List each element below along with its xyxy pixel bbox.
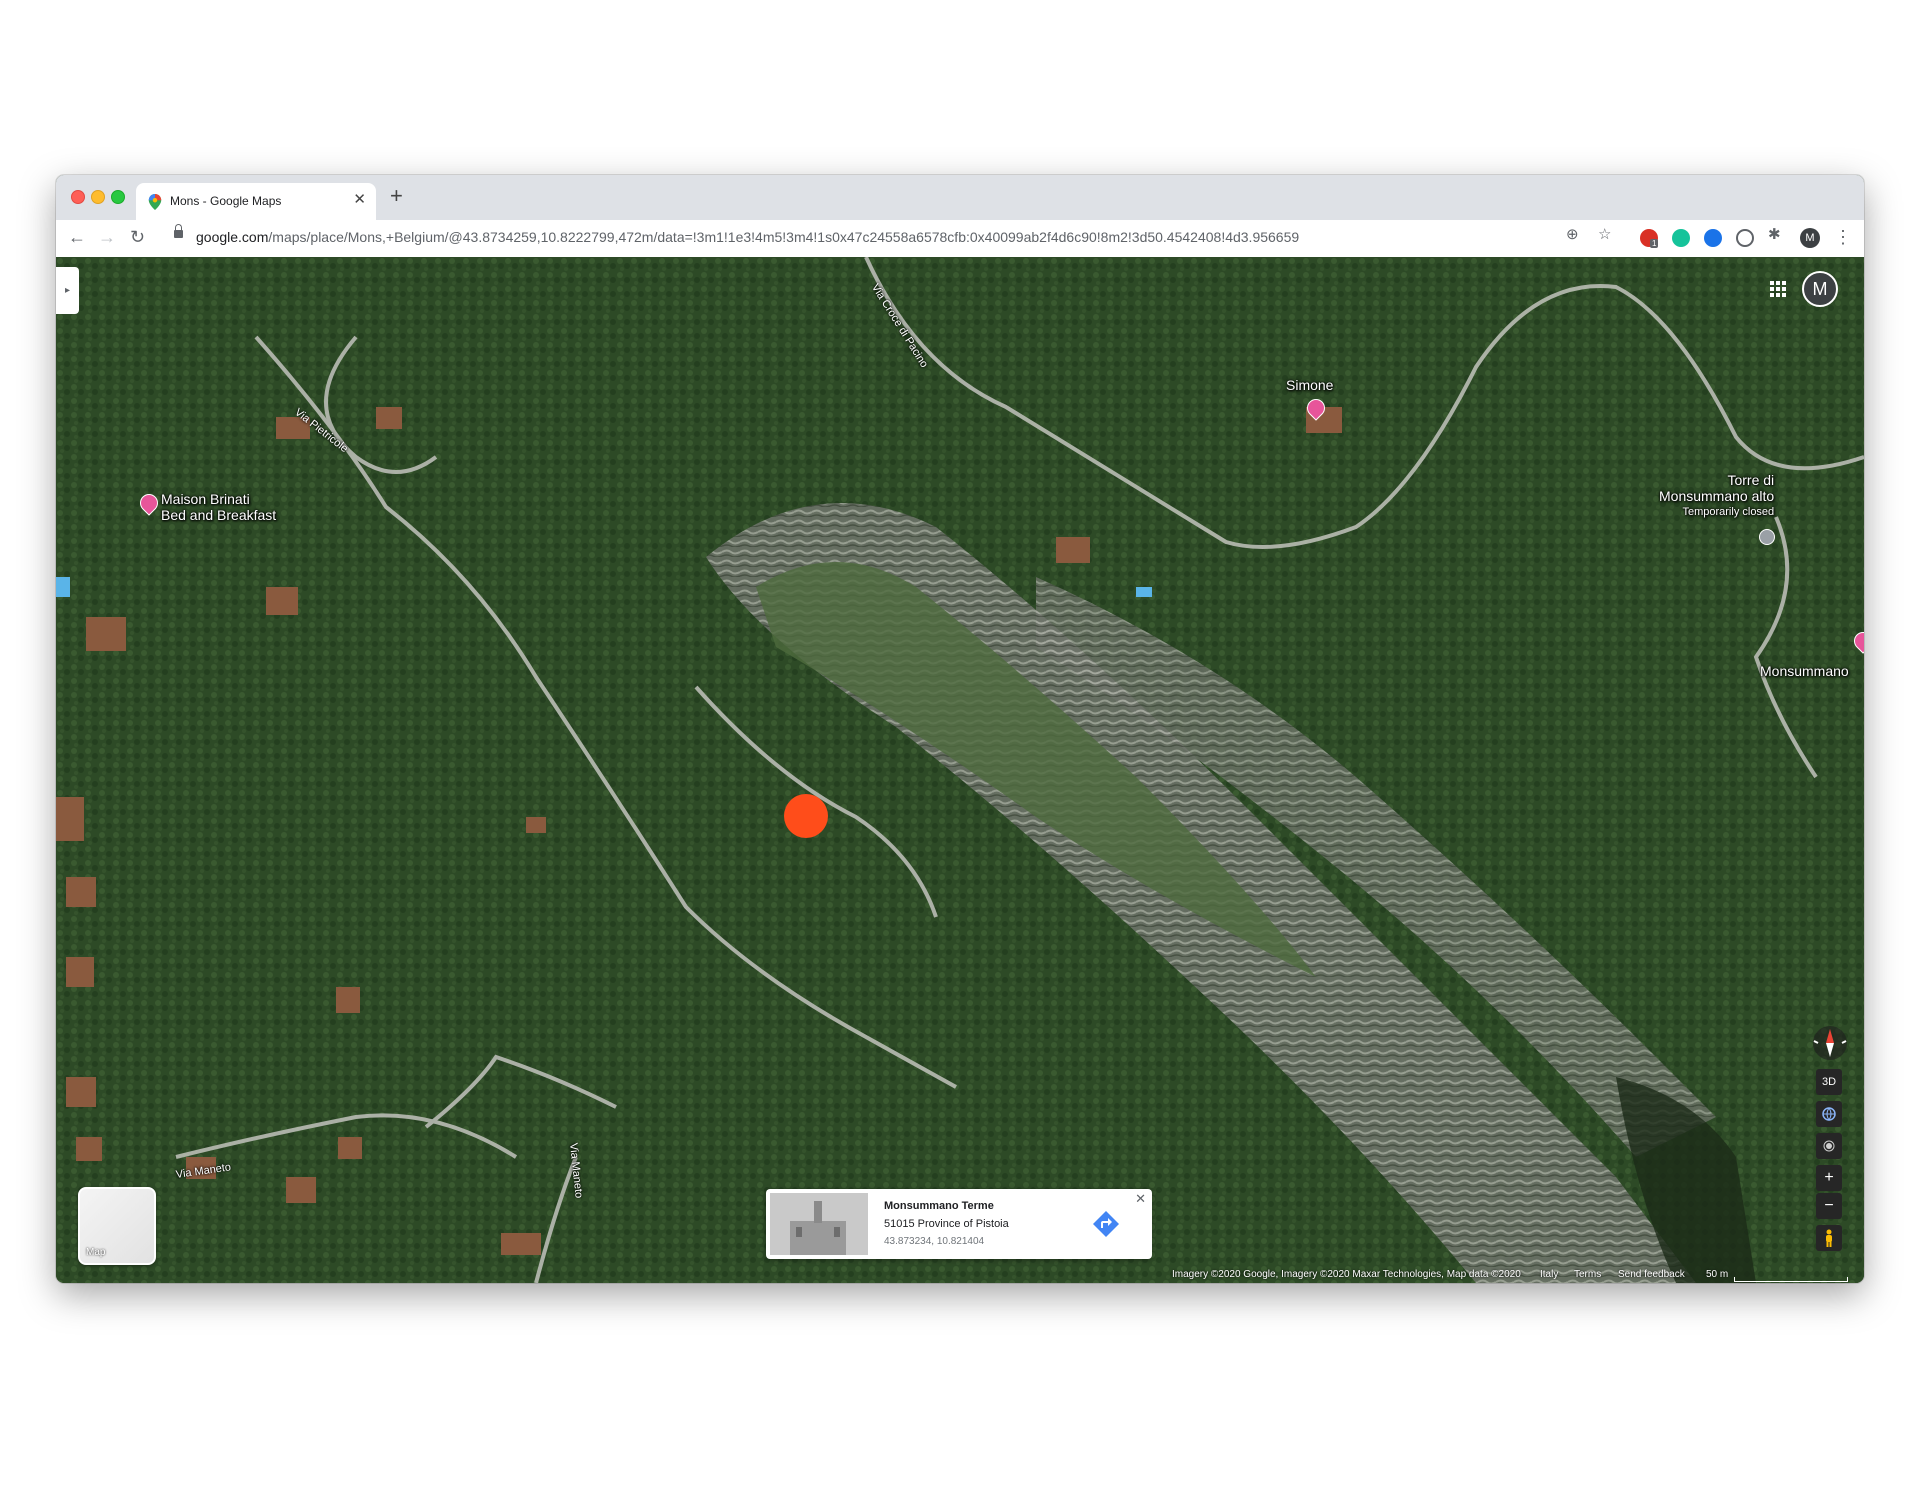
tab-close-icon[interactable]: ✕ (353, 190, 366, 208)
browser-profile-avatar[interactable]: M (1800, 228, 1820, 248)
poi-label-torre[interactable]: Torre di Monsummano alto Temporarily clo… (1659, 472, 1774, 520)
poi-label-line: Monsummano alto (1659, 488, 1775, 504)
google-apps-icon[interactable] (1770, 281, 1786, 297)
imagery-attribution: Imagery ©2020 Google, Imagery ©2020 Maxa… (1172, 1269, 1521, 1280)
extension-pinterest-icon[interactable] (1736, 229, 1754, 247)
layer-toggle-label: Map (86, 1247, 106, 1258)
extension-grammarly-icon[interactable] (1672, 229, 1690, 247)
tab-google-maps[interactable]: Mons - Google Maps ✕ (136, 183, 376, 220)
poi-label-line: Torre di (1727, 472, 1775, 488)
tab-title: Mons - Google Maps (170, 194, 282, 208)
pegman-glyph (1826, 1229, 1832, 1247)
poi-label-line: Maison Brinati (161, 491, 250, 507)
scale-bar[interactable] (1734, 1277, 1848, 1282)
minimize-window-button[interactable] (91, 190, 105, 204)
back-button[interactable]: ← (68, 227, 86, 248)
send-feedback-link[interactable]: Send feedback (1618, 1269, 1685, 1280)
google-maps-pin-icon (148, 194, 162, 210)
url-host: google.com (196, 229, 269, 245)
building-photo-icon (770, 1193, 868, 1255)
tab-strip: Mons - Google Maps ✕ + (56, 175, 1864, 220)
reload-button[interactable]: ↻ (130, 227, 145, 248)
browser-menu-icon[interactable]: ⋮ (1834, 227, 1852, 248)
url-text[interactable]: google.com/maps/place/Mons,+Belgium/@43.… (196, 229, 1299, 245)
collapse-side-panel-button[interactable]: ▸ (56, 267, 79, 314)
place-label-monsummano[interactable]: Monsummano (1760, 663, 1849, 679)
terms-link[interactable]: Terms (1574, 1269, 1601, 1280)
location-marker[interactable] (784, 794, 828, 838)
satellite-map[interactable]: ▸ M Maison Brinati Bed and Breakfast Sim… (56, 257, 1864, 1283)
poi-label-line: Bed and Breakfast (161, 507, 277, 523)
scale-label[interactable]: 50 m (1706, 1269, 1728, 1280)
place-photo[interactable] (770, 1193, 868, 1255)
browser-window: Mons - Google Maps ✕ + ← → ↻ google.com/… (56, 175, 1864, 1283)
location-glyph (1823, 1140, 1835, 1152)
tilt-3d-button[interactable]: 3D (1816, 1069, 1842, 1095)
zoom-icon[interactable]: ⊕ (1566, 225, 1579, 243)
poi-status: Temporarily closed (1682, 506, 1775, 518)
place-coordinates: 43.873234, 10.821404 (884, 1236, 985, 1247)
account-avatar[interactable]: M (1802, 271, 1838, 307)
place-name: Monsummano Terme (884, 1200, 994, 1212)
forward-button[interactable]: → (98, 227, 116, 248)
compass-icon[interactable] (1812, 1025, 1848, 1061)
extensions-puzzle-icon[interactable]: ✱ (1768, 225, 1781, 243)
close-card-icon[interactable]: ✕ (1135, 1191, 1146, 1207)
directions-icon[interactable] (1092, 1210, 1120, 1238)
globe-glyph (1822, 1107, 1836, 1121)
street-view-pegman-icon[interactable] (1816, 1225, 1842, 1251)
browser-toolbar: ← → ↻ google.com/maps/place/Mons,+Belgiu… (56, 220, 1864, 258)
map-layer-toggle[interactable]: Map (78, 1187, 156, 1265)
poi-label-simone[interactable]: Simone (1286, 377, 1333, 393)
landmark-pin-icon[interactable] (1759, 529, 1775, 545)
place-info-card[interactable]: Monsummano Terme 51015 Province of Pisto… (766, 1189, 1152, 1259)
map-footer: Imagery ©2020 Google, Imagery ©2020 Maxa… (1172, 1267, 1864, 1283)
globe-icon[interactable] (1816, 1101, 1842, 1127)
extension-badge: 1 (1650, 239, 1659, 248)
bookmark-star-icon[interactable]: ☆ (1598, 225, 1611, 243)
address-bar[interactable]: google.com/maps/place/Mons,+Belgium/@43.… (166, 224, 1716, 252)
lock-icon[interactable] (174, 224, 183, 238)
zoom-out-button[interactable]: − (1816, 1193, 1842, 1219)
region-link[interactable]: Italy (1540, 1269, 1558, 1280)
extension-blue-icon[interactable] (1704, 229, 1722, 247)
maximize-window-button[interactable] (111, 190, 125, 204)
new-tab-button[interactable]: + (390, 183, 403, 209)
poi-label-maison-brinati[interactable]: Maison Brinati Bed and Breakfast (161, 491, 276, 523)
place-address: 51015 Province of Pistoia (884, 1218, 1009, 1230)
my-location-icon[interactable] (1816, 1133, 1842, 1159)
url-path: /maps/place/Mons,+Belgium/@43.8734259,10… (268, 229, 1300, 245)
zoom-in-button[interactable]: + (1816, 1165, 1842, 1191)
satellite-imagery (56, 257, 1864, 1283)
close-window-button[interactable] (71, 190, 85, 204)
